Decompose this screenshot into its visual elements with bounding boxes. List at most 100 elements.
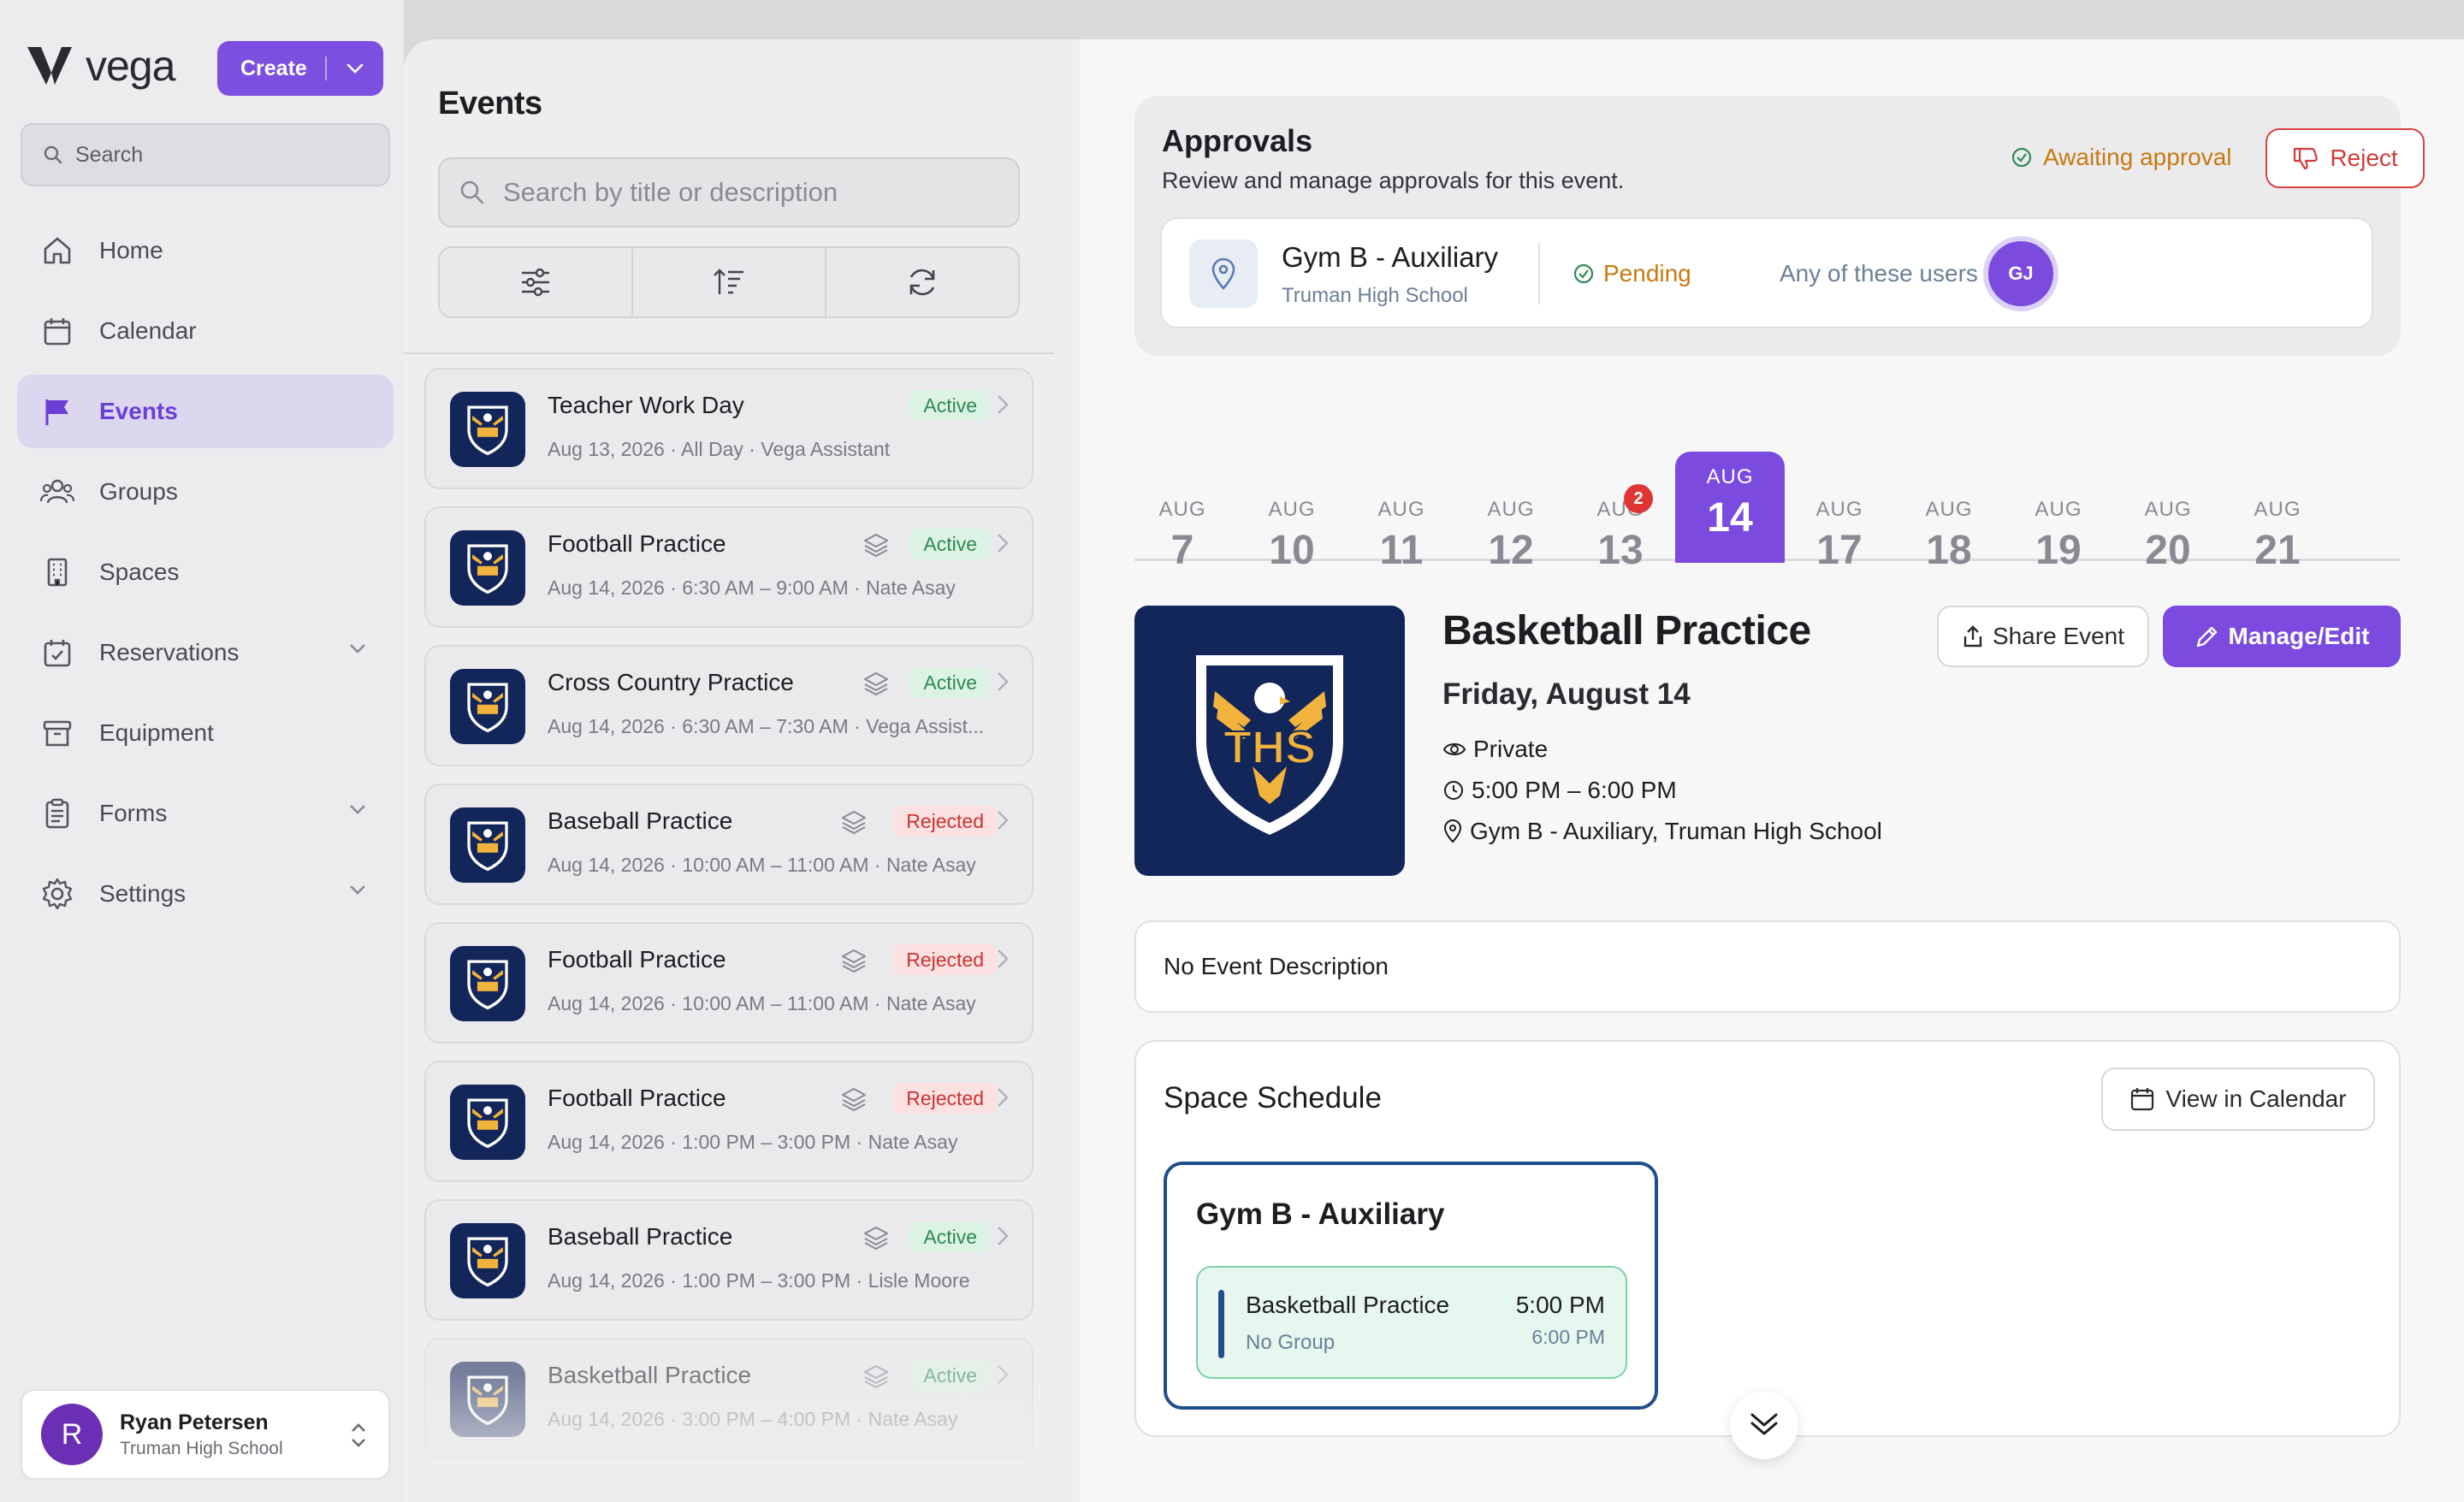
- calendar-check-icon: [39, 635, 75, 671]
- status-badge: Rejected: [892, 806, 998, 837]
- booking-block[interactable]: Basketball Practice No Group 5:00 PM 6:0…: [1196, 1266, 1627, 1379]
- chevron-right-icon[interactable]: [996, 671, 1010, 697]
- users-icon: [39, 474, 75, 510]
- sidebar-item-events[interactable]: Events: [17, 375, 394, 448]
- ths-shield-logo-icon: [467, 544, 508, 594]
- event-item-title: Teacher Work Day: [548, 392, 744, 418]
- date-tab[interactable]: AUG 11: [1347, 450, 1456, 573]
- date-day: 12: [1488, 528, 1534, 573]
- date-day: 10: [1269, 528, 1315, 573]
- sidebar-item-home[interactable]: Home: [17, 214, 394, 287]
- sidebar-item-calendar[interactable]: Calendar: [17, 294, 394, 368]
- create-button[interactable]: Create: [217, 41, 383, 96]
- list-item[interactable]: Football Practice Aug 14, 2026 · 6:30 AM …: [424, 506, 1034, 628]
- date-tab[interactable]: AUG 12: [1456, 450, 1566, 573]
- layers-icon: [840, 809, 868, 839]
- sidebar-item-groups[interactable]: Groups: [17, 455, 394, 529]
- avatar: R: [41, 1404, 103, 1465]
- chevron-down-icon[interactable]: [347, 883, 368, 901]
- date-tab[interactable]: AUG 21: [2223, 450, 2332, 573]
- date-tab[interactable]: AUG 19: [2004, 450, 2113, 573]
- sort-button[interactable]: [633, 248, 826, 316]
- list-item[interactable]: Teacher Work Day Aug 13, 2026 · All Day ·…: [424, 368, 1034, 489]
- chevron-down-icon[interactable]: [327, 62, 383, 74]
- event-thumbnail: [450, 1223, 525, 1298]
- list-item[interactable]: Baseball Practice Aug 14, 2026 · 1:00 PM …: [424, 1199, 1034, 1321]
- user-name: Ryan Petersen: [120, 1410, 269, 1434]
- scroll-down-button[interactable]: [1730, 1391, 1798, 1459]
- refresh-button[interactable]: [826, 248, 1018, 316]
- manage-edit-button[interactable]: Manage/Edit: [2163, 606, 2401, 667]
- reject-label: Reject: [2330, 145, 2398, 171]
- clock-icon: [1444, 781, 1463, 800]
- chevron-right-icon[interactable]: [996, 1086, 1010, 1113]
- notification-badge: 2: [1624, 484, 1653, 513]
- event-item-title: Baseball Practice: [548, 807, 733, 834]
- approval-row[interactable]: Gym B - Auxiliary Truman High School Pen…: [1160, 217, 2373, 328]
- date-tab[interactable]: AUG 10: [1237, 450, 1347, 573]
- sidebar-item-spaces[interactable]: Spaces: [17, 535, 394, 609]
- user-menu[interactable]: R Ryan Petersen Truman High School: [21, 1389, 390, 1480]
- event-location-text: Gym B - Auxiliary, Truman High School: [1470, 818, 1882, 844]
- approvals-title: Approvals: [1162, 123, 1313, 158]
- page-title: Events: [438, 86, 542, 121]
- sidebar-item-reservations[interactable]: Reservations: [17, 616, 394, 689]
- calendar-icon: [39, 313, 75, 349]
- date-tab[interactable]: AUG 13 2: [1566, 450, 1675, 573]
- status-badge: Active: [909, 390, 991, 421]
- building-icon: [39, 554, 75, 590]
- list-item[interactable]: Cross Country Practice Aug 14, 2026 · 6:3…: [424, 645, 1034, 766]
- date-tab[interactable]: AUG 17: [1785, 450, 1894, 573]
- eye-icon: [1442, 743, 1466, 755]
- status-badge: Awaiting approval: [2011, 144, 2232, 171]
- layers-icon: [840, 948, 868, 978]
- sidebar-item-equipment[interactable]: Equipment: [17, 696, 394, 770]
- list-item[interactable]: Football Practice Aug 14, 2026 · 1:00 PM …: [424, 1061, 1034, 1182]
- date-day: 21: [2254, 528, 2301, 573]
- chevron-down-icon[interactable]: [347, 642, 368, 659]
- sidebar-item-settings[interactable]: Settings: [17, 857, 394, 931]
- chevron-right-icon[interactable]: [996, 809, 1010, 836]
- events-panel: Events Teacher Work Day Aug 13, 2026 · Al…: [404, 39, 1080, 1502]
- date-month: AUG: [1268, 498, 1316, 521]
- sidebar-item-label: Spaces: [99, 559, 180, 585]
- sidebar-search[interactable]: Search: [21, 123, 390, 186]
- date-month: AUG: [1706, 465, 1754, 488]
- chevron-down-icon[interactable]: [347, 802, 368, 820]
- space-card[interactable]: Gym B - Auxiliary Basketball Practice No…: [1164, 1162, 1658, 1410]
- event-thumbnail: [450, 392, 525, 467]
- sidebar-item-forms[interactable]: Forms: [17, 777, 394, 850]
- booking-group: No Group: [1246, 1331, 1336, 1354]
- vega-logo-icon: [27, 47, 72, 85]
- brand[interactable]: vega: [26, 41, 175, 91]
- date-tab[interactable]: AUG 20: [2113, 450, 2223, 573]
- date-tab[interactable]: AUG 7: [1128, 450, 1237, 573]
- date-tab[interactable]: AUG 14: [1675, 452, 1785, 563]
- list-item[interactable]: Baseball Practice Aug 14, 2026 · 10:00 AM…: [424, 784, 1034, 905]
- events-search[interactable]: [438, 157, 1020, 228]
- chevron-right-icon[interactable]: [996, 948, 1010, 974]
- date-month: AUG: [1596, 498, 1644, 521]
- approver-avatar[interactable]: GJ: [1983, 236, 2058, 311]
- list-item[interactable]: Football Practice Aug 14, 2026 · 10:00 AM…: [424, 922, 1034, 1044]
- event-list: Teacher Work Day Aug 13, 2026 · All Day ·…: [424, 368, 1034, 1476]
- event-detail: Approvals Review and manage approvals fo…: [1080, 39, 2464, 1502]
- chevron-up-down-icon[interactable]: [349, 1420, 368, 1455]
- share-event-button[interactable]: Share Event: [1937, 606, 2149, 667]
- event-thumbnail: [450, 1085, 525, 1160]
- layers-icon: [862, 671, 890, 701]
- sidebar: vega Create Search Home Calendar Events …: [0, 0, 404, 1502]
- reject-button[interactable]: Reject: [2266, 128, 2425, 188]
- refresh-icon: [909, 269, 935, 296]
- event-item-meta: Aug 14, 2026 · 10:00 AM – 11:00 AM · Nat…: [548, 854, 976, 876]
- chevron-right-icon[interactable]: [996, 1225, 1010, 1251]
- status-badge: Active: [909, 529, 991, 559]
- clipboard-icon: [39, 795, 75, 831]
- filter-button[interactable]: [440, 248, 633, 316]
- date-tab[interactable]: AUG 18: [1894, 450, 2004, 573]
- chevron-right-icon[interactable]: [996, 393, 1010, 420]
- view-in-calendar-button[interactable]: View in Calendar: [2101, 1067, 2375, 1131]
- search-input[interactable]: [503, 177, 982, 208]
- chevron-right-icon[interactable]: [996, 532, 1010, 559]
- approval-space: Gym B - Auxiliary: [1282, 241, 1499, 273]
